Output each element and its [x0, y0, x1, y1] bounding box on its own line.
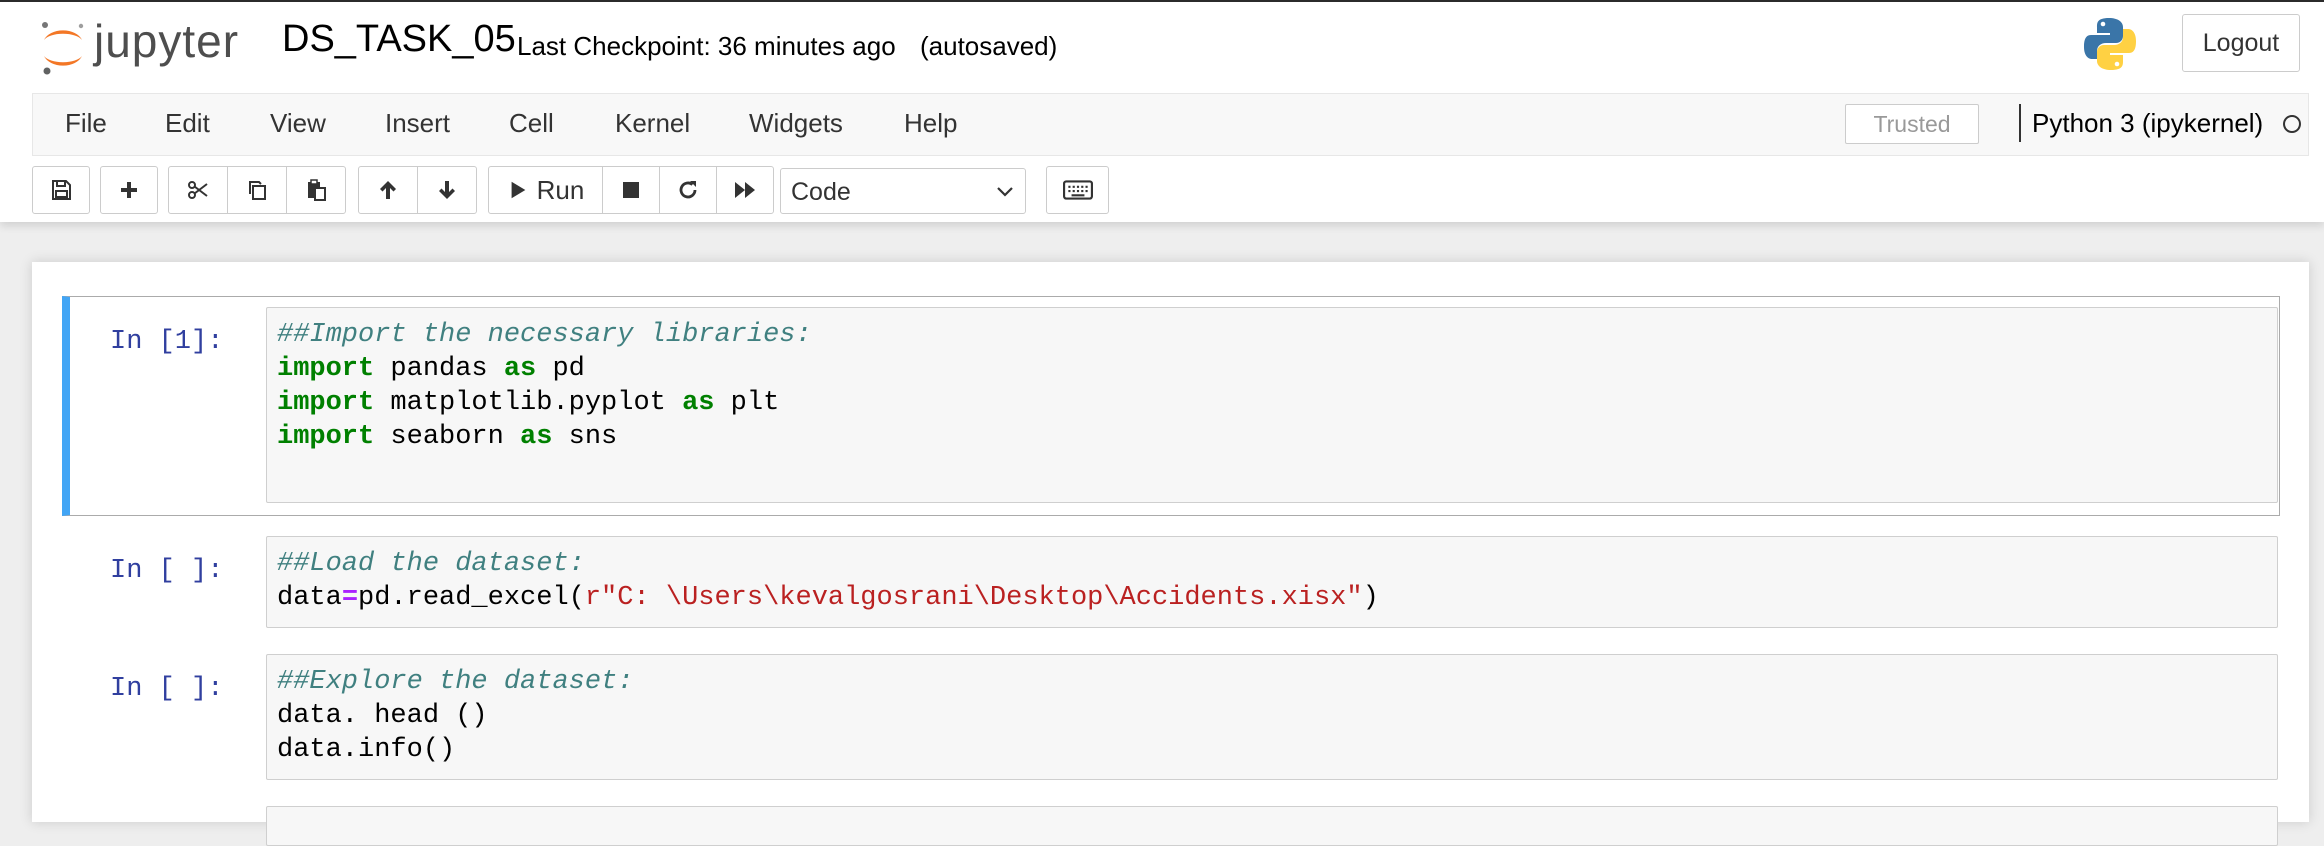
kernel-idle-icon [2283, 115, 2301, 133]
plus-icon [121, 182, 137, 198]
checkpoint-status: Last Checkpoint: 36 minutes ago [517, 31, 896, 61]
copy-button[interactable] [227, 166, 287, 214]
code-line: data. head () [277, 699, 2277, 733]
menu-kernel[interactable]: Kernel [615, 108, 690, 139]
save-icon [52, 180, 71, 200]
code-token: seaborn [374, 422, 521, 452]
input-prompt: In [ ]: [110, 674, 224, 704]
code-cell[interactable]: In [ ]: ##Explore the dataset: data. head… [62, 644, 2280, 780]
run-button[interactable]: Run [488, 166, 603, 214]
code-token: import [277, 422, 375, 452]
code-line: ##Import the necessary libraries: [277, 318, 2277, 352]
code-token: as [682, 388, 715, 418]
code-line: data.info() [277, 733, 2277, 767]
code-line: ##Load the dataset: [277, 547, 2277, 581]
code-cell[interactable]: In [1]: ##Import the necessary libraries… [62, 296, 2280, 516]
jupyter-logo[interactable]: jupyter [38, 15, 258, 76]
code-token: pd [536, 354, 585, 384]
copy-icon [249, 181, 266, 200]
code-line: import seaborn as sns [277, 420, 2277, 454]
code-token: import [277, 354, 375, 384]
code-line: import pandas as pd [277, 352, 2277, 386]
save-button[interactable] [32, 166, 90, 214]
interrupt-button[interactable] [602, 166, 660, 214]
input-prompt: In [ ]: [110, 556, 224, 586]
notebook-name[interactable]: DS_TASK_05 [282, 18, 516, 61]
menu-file[interactable]: File [65, 108, 107, 139]
code-editor[interactable]: ##Load the dataset: data=pd.read_excel(r"… [266, 536, 2278, 628]
python-logo-icon [2084, 18, 2136, 70]
cell-type-value: Code [791, 178, 851, 206]
keyboard-icon [1062, 180, 1093, 200]
chevron-down-icon [997, 187, 1013, 197]
move-down-button[interactable] [417, 166, 477, 214]
arrow-down-icon [439, 181, 455, 199]
menu-cell[interactable]: Cell [509, 108, 554, 139]
code-token: import [277, 388, 375, 418]
code-token: pandas [374, 354, 504, 384]
restart-icon [679, 181, 697, 199]
code-line: ##Explore the dataset: [277, 665, 2277, 699]
menu-widgets[interactable]: Widgets [749, 108, 843, 139]
arrow-up-icon [380, 181, 396, 199]
code-token: data [277, 583, 342, 613]
insert-cell-button[interactable] [100, 166, 158, 214]
code-token: ##Load the dataset: [277, 549, 585, 579]
run-label: Run [536, 174, 585, 205]
code-line: import matplotlib.pyplot as plt [277, 386, 2277, 420]
kernel-name[interactable]: Python 3 (ipykernel) [2032, 108, 2263, 139]
trusted-indicator[interactable]: Trusted [1845, 104, 1979, 144]
code-token: plt [714, 388, 780, 418]
cell-type-select[interactable]: Code [780, 168, 1026, 214]
paste-icon [308, 179, 326, 201]
code-token: pd.read_excel( [358, 583, 585, 613]
code-token: as [520, 422, 553, 452]
menubar: File Edit View Insert Cell Kernel Widget… [32, 93, 2309, 156]
scissors-icon [188, 181, 208, 199]
logo-text: jupyter [94, 15, 240, 67]
menu-insert[interactable]: Insert [385, 108, 450, 139]
code-token: data. head () [277, 701, 488, 731]
header: jupyter DS_TASK_05 Last Checkpoint: 36 m… [0, 0, 2324, 222]
code-editor[interactable]: ##Import the necessary libraries: import … [266, 307, 2278, 503]
notebook-container: In [1]: ##Import the necessary libraries… [32, 262, 2309, 846]
input-prompt: In [1]: [110, 327, 224, 357]
restart-run-all-button[interactable] [716, 166, 774, 214]
code-token: ##Explore the dataset: [277, 667, 634, 697]
kernel-separator [2019, 104, 2021, 142]
jupyter-logo-icon [42, 22, 84, 75]
autosave-status: (autosaved) [920, 31, 1058, 61]
code-token: = [341, 583, 359, 613]
code-token: as [503, 354, 537, 384]
code-token: sns [552, 422, 618, 452]
command-palette-button[interactable] [1046, 166, 1109, 214]
cut-button[interactable] [168, 166, 228, 214]
paste-button[interactable] [286, 166, 346, 214]
menu-view[interactable]: View [270, 108, 326, 139]
fast-forward-icon [735, 182, 755, 198]
code-cell[interactable] [62, 796, 2280, 846]
restart-button[interactable] [659, 166, 717, 214]
code-token: r"C: \Users\kevalgosrani\Desktop\Acciden… [584, 583, 1363, 613]
code-line: data=pd.read_excel(r"C: \Users\kevalgosr… [277, 581, 2277, 615]
code-token: data.info() [277, 735, 456, 765]
play-icon [511, 181, 525, 199]
menu-help[interactable]: Help [904, 108, 957, 139]
code-cell[interactable]: In [ ]: ##Load the dataset: data=pd.read_… [62, 526, 2280, 628]
toolbar: Run Code [32, 166, 2309, 216]
move-up-button[interactable] [358, 166, 418, 214]
code-editor[interactable] [266, 806, 2278, 846]
code-token: ##Import the necessary libraries: [277, 320, 812, 350]
code-token: ) [1362, 583, 1379, 613]
code-editor[interactable]: ##Explore the dataset: data. head () data.… [266, 654, 2278, 780]
stop-icon [623, 182, 639, 198]
logout-button[interactable]: Logout [2182, 14, 2300, 72]
menu-edit[interactable]: Edit [165, 108, 210, 139]
code-token: matplotlib.pyplot [374, 388, 683, 418]
